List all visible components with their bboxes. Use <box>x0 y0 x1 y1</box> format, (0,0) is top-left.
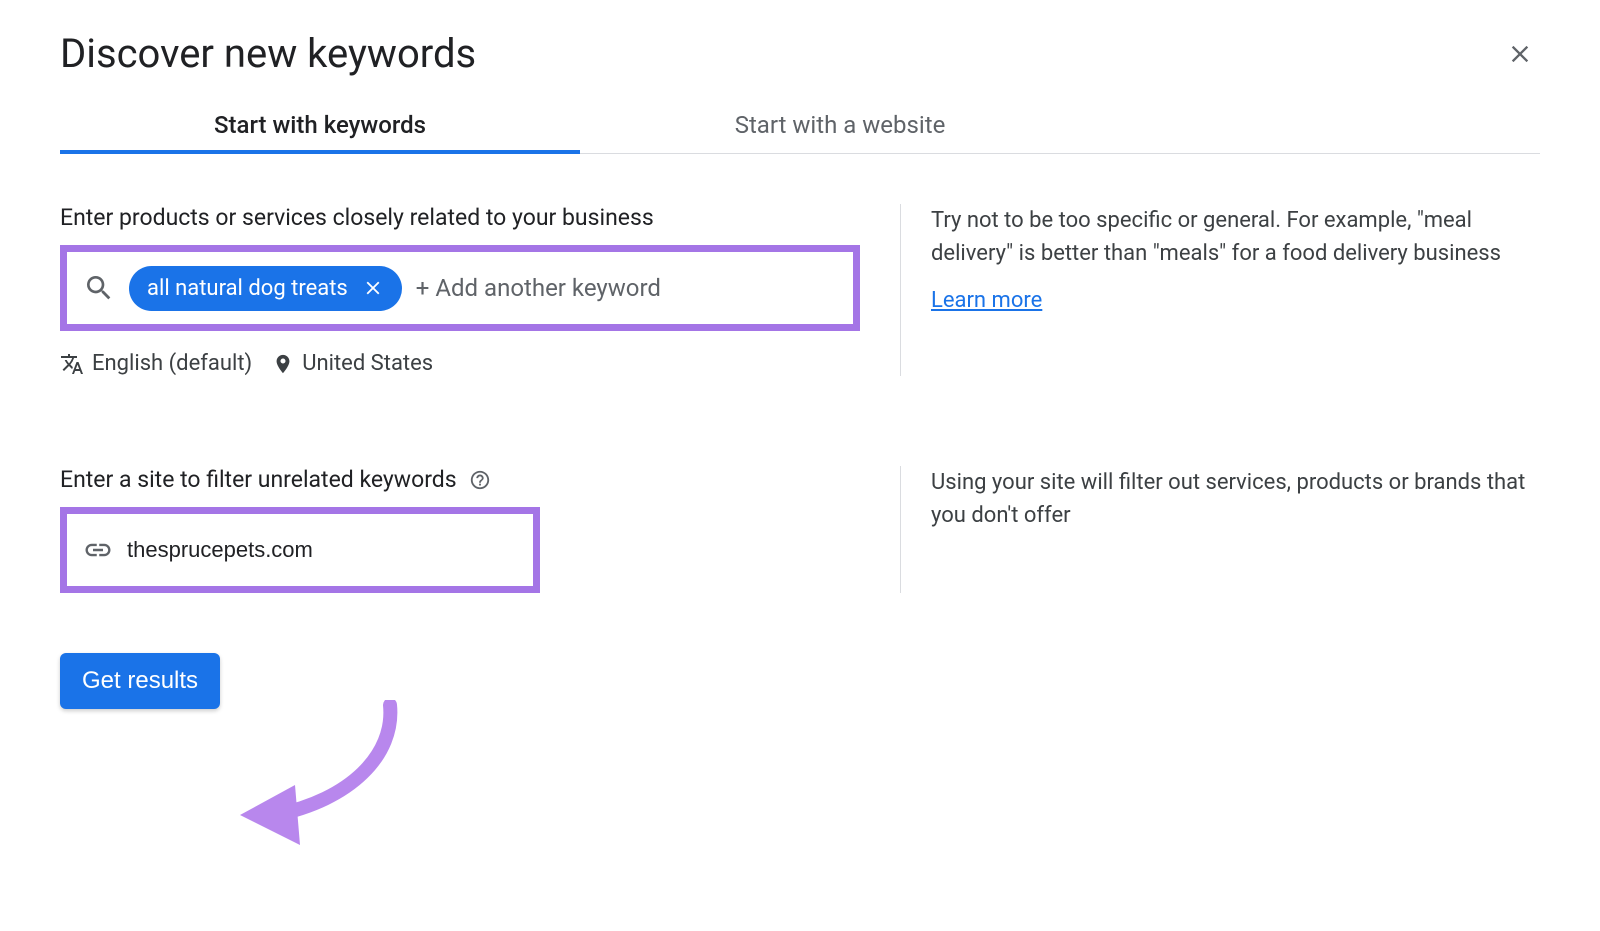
site-label: Enter a site to filter unrelated keyword… <box>60 466 457 493</box>
site-hint: Using your site will filter out services… <box>931 466 1540 532</box>
language-label: English (default) <box>92 351 252 376</box>
close-icon <box>1506 40 1534 68</box>
location-label: United States <box>302 351 433 376</box>
location-selector[interactable]: United States <box>272 351 433 376</box>
close-button[interactable] <box>1500 34 1540 74</box>
keywords-hint: Try not to be too specific or general. F… <box>931 204 1540 270</box>
add-keyword-placeholder[interactable]: + Add another keyword <box>416 274 661 302</box>
location-icon <box>272 353 294 375</box>
language-selector[interactable]: English (default) <box>60 351 252 376</box>
search-icon <box>83 272 115 304</box>
keywords-input-box[interactable]: all natural dog treats + Add another key… <box>60 245 860 331</box>
site-input-box[interactable] <box>60 507 540 593</box>
keyword-chip-label: all natural dog treats <box>147 276 348 301</box>
keyword-chip[interactable]: all natural dog treats <box>129 266 402 311</box>
link-icon <box>83 535 113 565</box>
site-input[interactable] <box>127 537 517 563</box>
help-icon[interactable] <box>469 469 491 491</box>
get-results-button[interactable]: Get results <box>60 653 220 709</box>
remove-chip-icon[interactable] <box>362 277 384 299</box>
learn-more-link[interactable]: Learn more <box>931 284 1042 317</box>
page-title: Discover new keywords <box>60 30 476 77</box>
keywords-label: Enter products or services closely relat… <box>60 204 860 231</box>
translate-icon <box>60 352 84 376</box>
annotation-arrow <box>220 700 420 850</box>
tab-start-with-website[interactable]: Start with a website <box>580 97 1100 153</box>
tabs: Start with keywords Start with a website <box>60 97 1540 154</box>
tab-start-with-keywords[interactable]: Start with keywords <box>60 97 580 153</box>
